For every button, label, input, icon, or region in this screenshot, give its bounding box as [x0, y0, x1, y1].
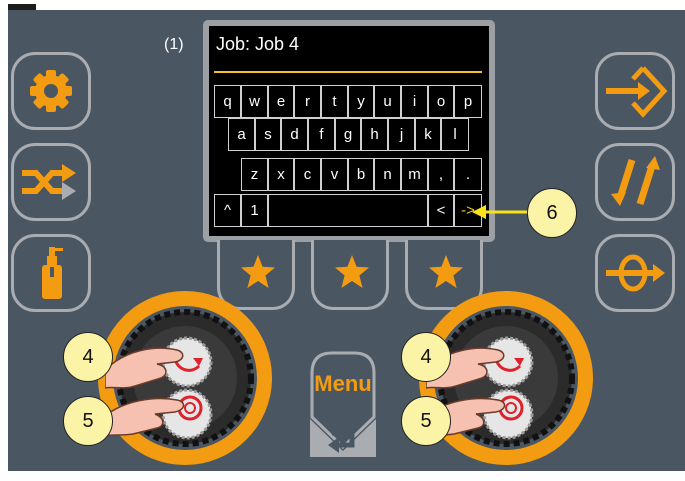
key-c[interactable]: c — [294, 158, 321, 191]
key-u[interactable]: u — [374, 85, 401, 118]
key-j[interactable]: j — [388, 118, 415, 151]
key-e[interactable]: e — [268, 85, 294, 118]
star-icon — [241, 255, 275, 288]
key-period[interactable]: . — [454, 158, 482, 191]
menu-button[interactable]: Menu — [306, 347, 380, 461]
key-i[interactable]: i — [401, 85, 428, 118]
star-icon — [429, 255, 463, 288]
callout-left-turn: 4 — [63, 332, 113, 382]
key-number-mode[interactable]: 1 — [241, 194, 268, 227]
gear-icon — [30, 70, 72, 112]
wire-feed-button[interactable] — [595, 234, 675, 312]
key-z[interactable]: z — [241, 158, 268, 191]
double-slash-arrow-icon — [611, 156, 660, 206]
key-k[interactable]: k — [415, 118, 441, 151]
menu-button-label: Menu — [314, 371, 371, 396]
key-h[interactable]: h — [361, 118, 388, 151]
key-v[interactable]: v — [321, 158, 348, 191]
control-panel: (1) Job: Job 4 q w e r t y u i o p a s d… — [0, 0, 685, 481]
callout-pointer — [472, 205, 528, 219]
key-f[interactable]: f — [308, 118, 335, 151]
key-a[interactable]: a — [228, 118, 255, 151]
key-g[interactable]: g — [335, 118, 361, 151]
key-d[interactable]: d — [281, 118, 308, 151]
screen-annotation-label: (1) — [164, 36, 184, 53]
title-underline — [214, 71, 482, 73]
callout-right-turn: 4 — [401, 332, 451, 382]
key-backspace[interactable]: < — [428, 194, 454, 227]
shuffle-icon — [22, 164, 76, 200]
key-o[interactable]: o — [428, 85, 454, 118]
job-title: Job: Job 4 — [216, 34, 300, 54]
callout-left-press: 5 — [63, 396, 113, 446]
key-l[interactable]: l — [441, 118, 469, 151]
spray-can-icon — [42, 247, 63, 299]
gas-test-button[interactable] — [11, 234, 91, 312]
key-r[interactable]: r — [294, 85, 321, 118]
menu-button-shape: Menu — [310, 351, 376, 457]
key-w[interactable]: w — [241, 85, 268, 118]
settings-button[interactable] — [11, 52, 91, 130]
job-transfer-button[interactable] — [595, 52, 675, 130]
diamond-arrow-icon — [606, 66, 668, 118]
key-p[interactable]: p — [454, 85, 482, 118]
loop-arrow-icon — [606, 254, 665, 292]
left-hand-illustration — [105, 347, 185, 437]
key-q[interactable]: q — [214, 85, 241, 118]
mode-switch-button[interactable] — [11, 143, 91, 221]
key-space[interactable] — [268, 194, 428, 227]
key-m[interactable]: m — [401, 158, 428, 191]
key-b[interactable]: b — [348, 158, 374, 191]
key-t[interactable]: t — [321, 85, 348, 118]
parameter-switch-button[interactable] — [595, 143, 675, 221]
callout-next-key: 6 — [527, 188, 577, 238]
key-x[interactable]: x — [268, 158, 294, 191]
star-icon — [335, 255, 369, 288]
favorite-button-2[interactable] — [311, 240, 389, 310]
key-n[interactable]: n — [374, 158, 401, 191]
key-shift[interactable]: ^ — [214, 194, 241, 227]
key-comma[interactable]: , — [428, 158, 454, 191]
key-s[interactable]: s — [255, 118, 281, 151]
callout-right-press: 5 — [401, 396, 451, 446]
key-y[interactable]: y — [348, 85, 374, 118]
